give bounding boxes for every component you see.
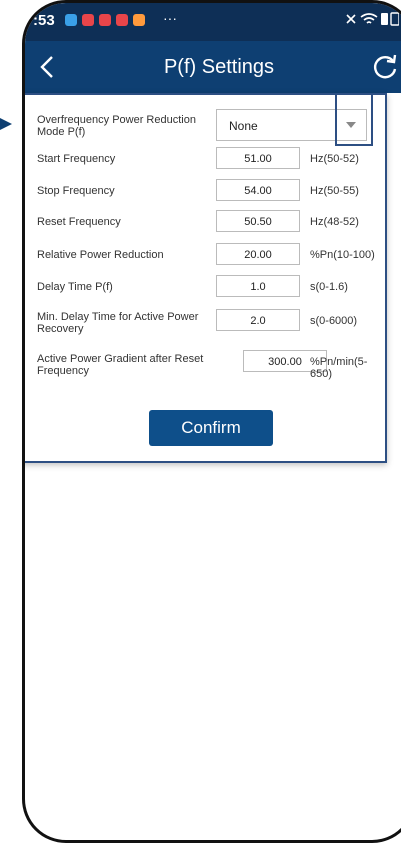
stop-frequency-unit: Hz(50-55) bbox=[310, 185, 359, 197]
status-bar: :53 ··· bbox=[25, 3, 401, 41]
highlight-box bbox=[335, 93, 373, 146]
refresh-icon[interactable] bbox=[371, 53, 399, 81]
mode-label: Overfrequency Power Reduction Mode P(f) bbox=[37, 114, 196, 138]
settings-panel: Overfrequency Power Reduction Mode P(f) … bbox=[25, 93, 387, 463]
phone-frame: :53 ··· P(f) Settings Overfrequency Powe… bbox=[22, 0, 401, 843]
notification-icon bbox=[65, 14, 77, 26]
stop-frequency-label: Stop Frequency bbox=[37, 185, 115, 197]
power-reduction-unit: %Pn(10-100) bbox=[310, 249, 375, 261]
power-reduction-label: Relative Power Reduction bbox=[37, 249, 164, 261]
status-more: ··· bbox=[163, 10, 177, 26]
start-frequency-unit: Hz(50-52) bbox=[310, 153, 359, 165]
reset-frequency-unit: Hz(48-52) bbox=[310, 216, 359, 228]
power-gradient-label: Active Power Gradient after Reset Freque… bbox=[37, 353, 204, 377]
notification-icon bbox=[99, 14, 111, 26]
delay-time-unit: s(0-1.6) bbox=[310, 281, 348, 293]
recovery-delay-label: Min. Delay Time for Active Power Recover… bbox=[37, 311, 199, 335]
reset-frequency-field[interactable]: 50.50 bbox=[216, 210, 300, 232]
confirm-button[interactable]: Confirm bbox=[149, 410, 273, 446]
page-title: P(f) Settings bbox=[163, 56, 275, 78]
status-icons bbox=[345, 11, 400, 30]
pointer-arrow bbox=[0, 118, 12, 130]
delay-time-field[interactable]: 1.0 bbox=[216, 275, 300, 297]
notification-icon bbox=[133, 14, 145, 26]
start-frequency-label: Start Frequency bbox=[37, 153, 116, 165]
wifi-battery-icon bbox=[346, 12, 400, 26]
header: P(f) Settings bbox=[25, 41, 401, 93]
notification-icon bbox=[116, 14, 128, 26]
start-frequency-field[interactable]: 51.00 bbox=[216, 147, 300, 169]
recovery-delay-field[interactable]: 2.0 bbox=[216, 309, 300, 331]
power-reduction-field[interactable]: 20.00 bbox=[216, 243, 300, 265]
stop-frequency-field[interactable]: 54.00 bbox=[216, 179, 300, 201]
delay-time-label: Delay Time P(f) bbox=[37, 281, 113, 293]
power-gradient-unit: %Pn/min(5-650) bbox=[310, 356, 368, 380]
reset-frequency-label: Reset Frequency bbox=[37, 216, 121, 228]
recovery-delay-unit: s(0-6000) bbox=[310, 315, 358, 327]
mode-value: None bbox=[229, 119, 258, 133]
notification-icon bbox=[82, 14, 94, 26]
status-time: :53 bbox=[33, 12, 55, 29]
